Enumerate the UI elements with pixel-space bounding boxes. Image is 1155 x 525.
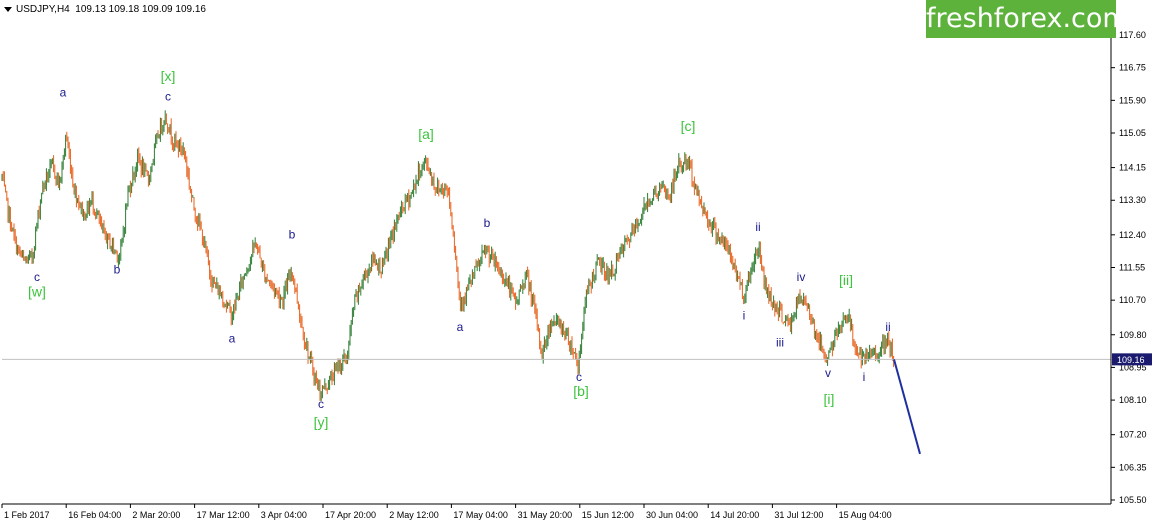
x-tick-label: 14 Jul 20:00: [710, 510, 759, 520]
wave-label: c: [165, 89, 171, 103]
chart-header: USDJPY,H4 109.13 109.18 109.09 109.16: [4, 4, 206, 15]
brand-logo[interactable]: freshforex.com: [926, 0, 1129, 38]
candles-layer: [1, 110, 895, 401]
wave-label: a: [229, 331, 236, 345]
wave-label: [a]: [418, 126, 434, 142]
menu-triangle-icon[interactable]: [4, 6, 12, 12]
wave-label: i: [863, 370, 866, 384]
wave-label: a: [457, 320, 464, 334]
wave-label: [x]: [161, 68, 176, 84]
y-tick-label: 115.90: [1119, 95, 1146, 105]
x-tick-label: 16 Feb 04:00: [68, 510, 121, 520]
y-tick-label: 105.50: [1119, 495, 1147, 505]
wave-label: iii: [776, 335, 784, 349]
wave-label: ii: [755, 220, 760, 234]
wave-label: b: [289, 228, 296, 242]
ohlc-label: 109.13 109.18 109.09 109.16: [75, 4, 206, 15]
x-tick-label: 31 May 20:00: [518, 510, 573, 520]
wave-label: v: [825, 366, 831, 380]
x-tick-label: 2 May 12:00: [389, 510, 439, 520]
wave-label: a: [60, 85, 67, 99]
x-tick-label: 1 Feb 2017: [4, 510, 50, 520]
wave-label: [b]: [573, 383, 589, 399]
x-tick-label: 3 Apr 04:00: [261, 510, 307, 520]
wave-label: c: [576, 370, 582, 384]
wave-label: ii: [885, 320, 890, 334]
symbol-label: USDJPY,H4: [16, 4, 70, 15]
y-tick-label: 116.75: [1119, 63, 1146, 73]
y-tick-label: 106.35: [1119, 462, 1147, 472]
y-tick-label: 112.40: [1119, 230, 1146, 240]
x-tick-label: 15 Aug 04:00: [839, 510, 892, 520]
x-tick-label: 17 Apr 20:00: [325, 510, 376, 520]
wave-label: [ii]: [839, 272, 853, 288]
y-tick-label: 114.15: [1119, 163, 1146, 173]
current-price-label: 109.16: [1117, 355, 1145, 365]
price-chart[interactable]: ac[w]b[x]cabc[y][a]abc[b][c]iiiiviiiv[i]…: [0, 0, 1155, 525]
wave-label: [w]: [28, 283, 46, 299]
y-tick-label: 109.80: [1119, 330, 1147, 340]
wave-label: [i]: [824, 391, 835, 407]
wave-label: b: [114, 262, 121, 276]
x-tick-label: 15 Jun 12:00: [582, 510, 634, 520]
y-tick-label: 107.20: [1119, 430, 1147, 440]
wave-label: [c]: [681, 118, 696, 134]
wave-label: c: [318, 397, 324, 411]
x-tick-label: 30 Jun 04:00: [646, 510, 698, 520]
x-tick-label: 17 May 04:00: [453, 510, 508, 520]
wave-label: b: [484, 216, 491, 230]
x-tick-label: 2 Mar 20:00: [132, 510, 180, 520]
wave-label: [y]: [314, 414, 329, 430]
y-tick-label: 115.05: [1119, 128, 1146, 138]
y-tick-label: 113.30: [1119, 195, 1146, 205]
x-tick-label: 31 Jul 12:00: [774, 510, 823, 520]
wave-label: iv: [797, 270, 806, 284]
projection-line: [893, 359, 921, 455]
wave-label: c: [34, 270, 40, 284]
x-tick-label: 17 Mar 12:00: [197, 510, 250, 520]
y-tick-label: 111.55: [1119, 263, 1145, 273]
overlays-layer: ac[w]b[x]cabc[y][a]abc[b][c]iiiiviiiv[i]…: [2, 68, 1111, 455]
wave-label: i: [743, 308, 746, 322]
y-tick-label: 108.10: [1119, 395, 1147, 405]
y-tick-label: 110.70: [1119, 295, 1146, 305]
